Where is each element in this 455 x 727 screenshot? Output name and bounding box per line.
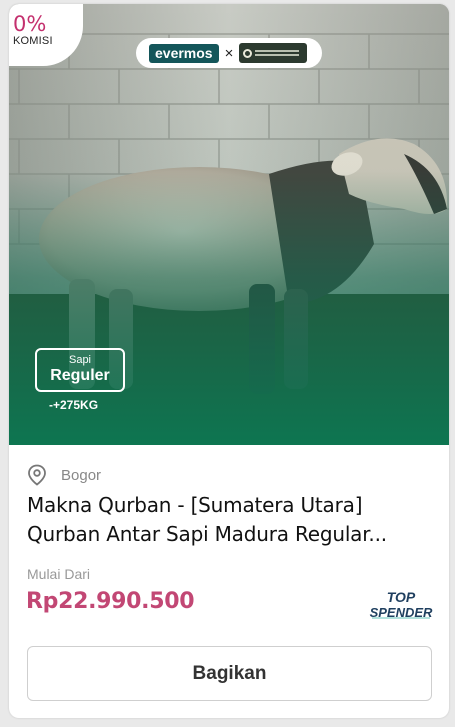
product-title[interactable]: Makna Qurban - [Sumatera Utara] Qurban A… xyxy=(27,491,437,549)
product-image[interactable]: 0% KOMISI evermos × Sapi Reguler -+275KG xyxy=(9,4,449,445)
location-city: Bogor xyxy=(61,466,102,484)
top-spender-line1: TOP xyxy=(387,589,416,605)
maknaqurban-logo xyxy=(239,43,308,63)
cattle-weight: -+275KG xyxy=(49,398,99,412)
product-title-line2: Qurban Antar Sapi Madura Regular... xyxy=(27,522,387,546)
collab-separator: × xyxy=(224,44,234,62)
product-price: Rp22.990.500 xyxy=(26,589,195,614)
commission-percent: 0% xyxy=(13,12,47,36)
top-spender-badge: TOP SPENDER xyxy=(368,588,434,622)
price-label: Mulai Dari xyxy=(27,566,91,582)
product-title-line1: Makna Qurban - [Sumatera Utara] xyxy=(27,493,363,517)
product-card[interactable]: 0% KOMISI evermos × Sapi Reguler -+275KG… xyxy=(9,4,449,718)
brand-collab-pill: evermos × xyxy=(136,38,322,68)
evermos-logo: evermos xyxy=(149,43,219,63)
commission-label: KOMISI xyxy=(13,35,53,47)
cattle-tag-line2: Reguler xyxy=(50,367,110,384)
cattle-type-tag: Sapi Reguler xyxy=(35,348,125,392)
share-button[interactable]: Bagikan xyxy=(27,646,432,701)
cattle-tag-line1: Sapi xyxy=(68,354,92,366)
location: Bogor xyxy=(27,464,101,486)
location-pin-icon xyxy=(28,464,46,486)
